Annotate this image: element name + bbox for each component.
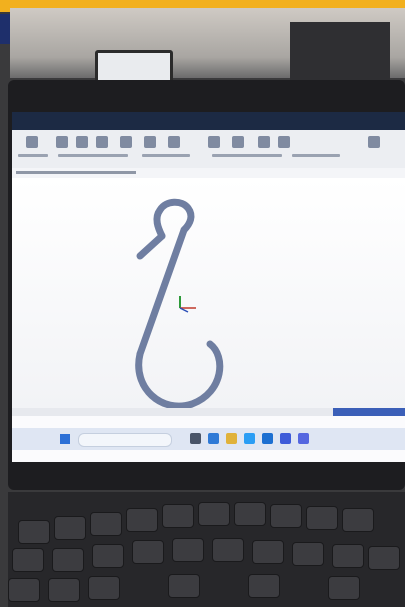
keyboard-key[interactable]	[198, 502, 230, 526]
ribbon-tool-icon[interactable]	[120, 136, 132, 148]
taskbar-app-icon[interactable]	[190, 433, 201, 444]
keyboard-key[interactable]	[132, 540, 164, 564]
laptop-screen	[12, 112, 405, 462]
ribbon-label	[142, 154, 190, 157]
ribbon-tool-icon[interactable]	[278, 136, 290, 148]
ribbon-tool-icon[interactable]	[56, 136, 68, 148]
keyboard-key[interactable]	[18, 520, 50, 544]
keyboard-key[interactable]	[126, 508, 158, 532]
taskbar-app-icon[interactable]	[262, 433, 273, 444]
status-bar	[12, 408, 405, 416]
cad-canvas[interactable]	[12, 178, 405, 408]
keyboard-key[interactable]	[168, 574, 200, 598]
keyboard-key[interactable]	[342, 508, 374, 532]
taskbar-app-icon[interactable]	[298, 433, 309, 444]
keyboard-key[interactable]	[12, 548, 44, 572]
ribbon-tool-icon[interactable]	[144, 136, 156, 148]
ribbon-tool-icon[interactable]	[232, 136, 244, 148]
hook-bottom-curl	[135, 340, 224, 408]
keyboard-key[interactable]	[368, 546, 400, 570]
taskbar-app-icon[interactable]	[280, 433, 291, 444]
keyboard-key[interactable]	[90, 512, 122, 536]
keyboard-key[interactable]	[48, 578, 80, 602]
ribbon-tool-icon[interactable]	[208, 136, 220, 148]
browser-icon[interactable]	[244, 433, 255, 444]
keyboard-key[interactable]	[306, 506, 338, 530]
folder-icon[interactable]	[226, 433, 237, 444]
keyboard-key[interactable]	[248, 574, 280, 598]
banner-logo	[0, 14, 10, 44]
keyboard-key[interactable]	[270, 504, 302, 528]
keyboard-key[interactable]	[252, 540, 284, 564]
cad-titlebar	[12, 112, 405, 130]
ribbon-tool-icon[interactable]	[168, 136, 180, 148]
keyboard-key[interactable]	[52, 548, 84, 572]
ribbon-label	[212, 154, 282, 157]
taskbar-app-icon[interactable]	[208, 433, 219, 444]
keyboard-key[interactable]	[328, 576, 360, 600]
keyboard-key[interactable]	[92, 544, 124, 568]
ribbon-tool-icon[interactable]	[258, 136, 270, 148]
ribbon-label	[292, 154, 340, 157]
cad-ribbon	[12, 130, 405, 169]
keyboard-key[interactable]	[172, 538, 204, 562]
photo-scene	[0, 0, 405, 607]
keyboard-key[interactable]	[162, 504, 194, 528]
keyboard-key[interactable]	[8, 578, 40, 602]
ribbon-tool-icon[interactable]	[96, 136, 108, 148]
status-indicator	[333, 408, 405, 416]
search-icon[interactable]	[78, 433, 172, 447]
ribbon-label	[18, 154, 48, 157]
ribbon-tool-icon[interactable]	[368, 136, 380, 148]
ribbon-tool-icon[interactable]	[76, 136, 88, 148]
keyboard-key[interactable]	[234, 502, 266, 526]
keyboard-key[interactable]	[54, 516, 86, 540]
ribbon-tool-icon[interactable]	[26, 136, 38, 148]
cad-sketch-hook	[135, 198, 224, 408]
keyboard-key[interactable]	[292, 542, 324, 566]
windows-start-icon[interactable]	[60, 434, 70, 444]
origin-triad-icon	[179, 296, 196, 313]
ribbon-label	[58, 154, 128, 157]
keyboard-key[interactable]	[88, 576, 120, 600]
windows-taskbar	[12, 428, 405, 450]
keyboard-key[interactable]	[212, 538, 244, 562]
keyboard-key[interactable]	[332, 544, 364, 568]
laptop-keyboard	[8, 492, 405, 607]
hook-tail	[136, 232, 166, 260]
